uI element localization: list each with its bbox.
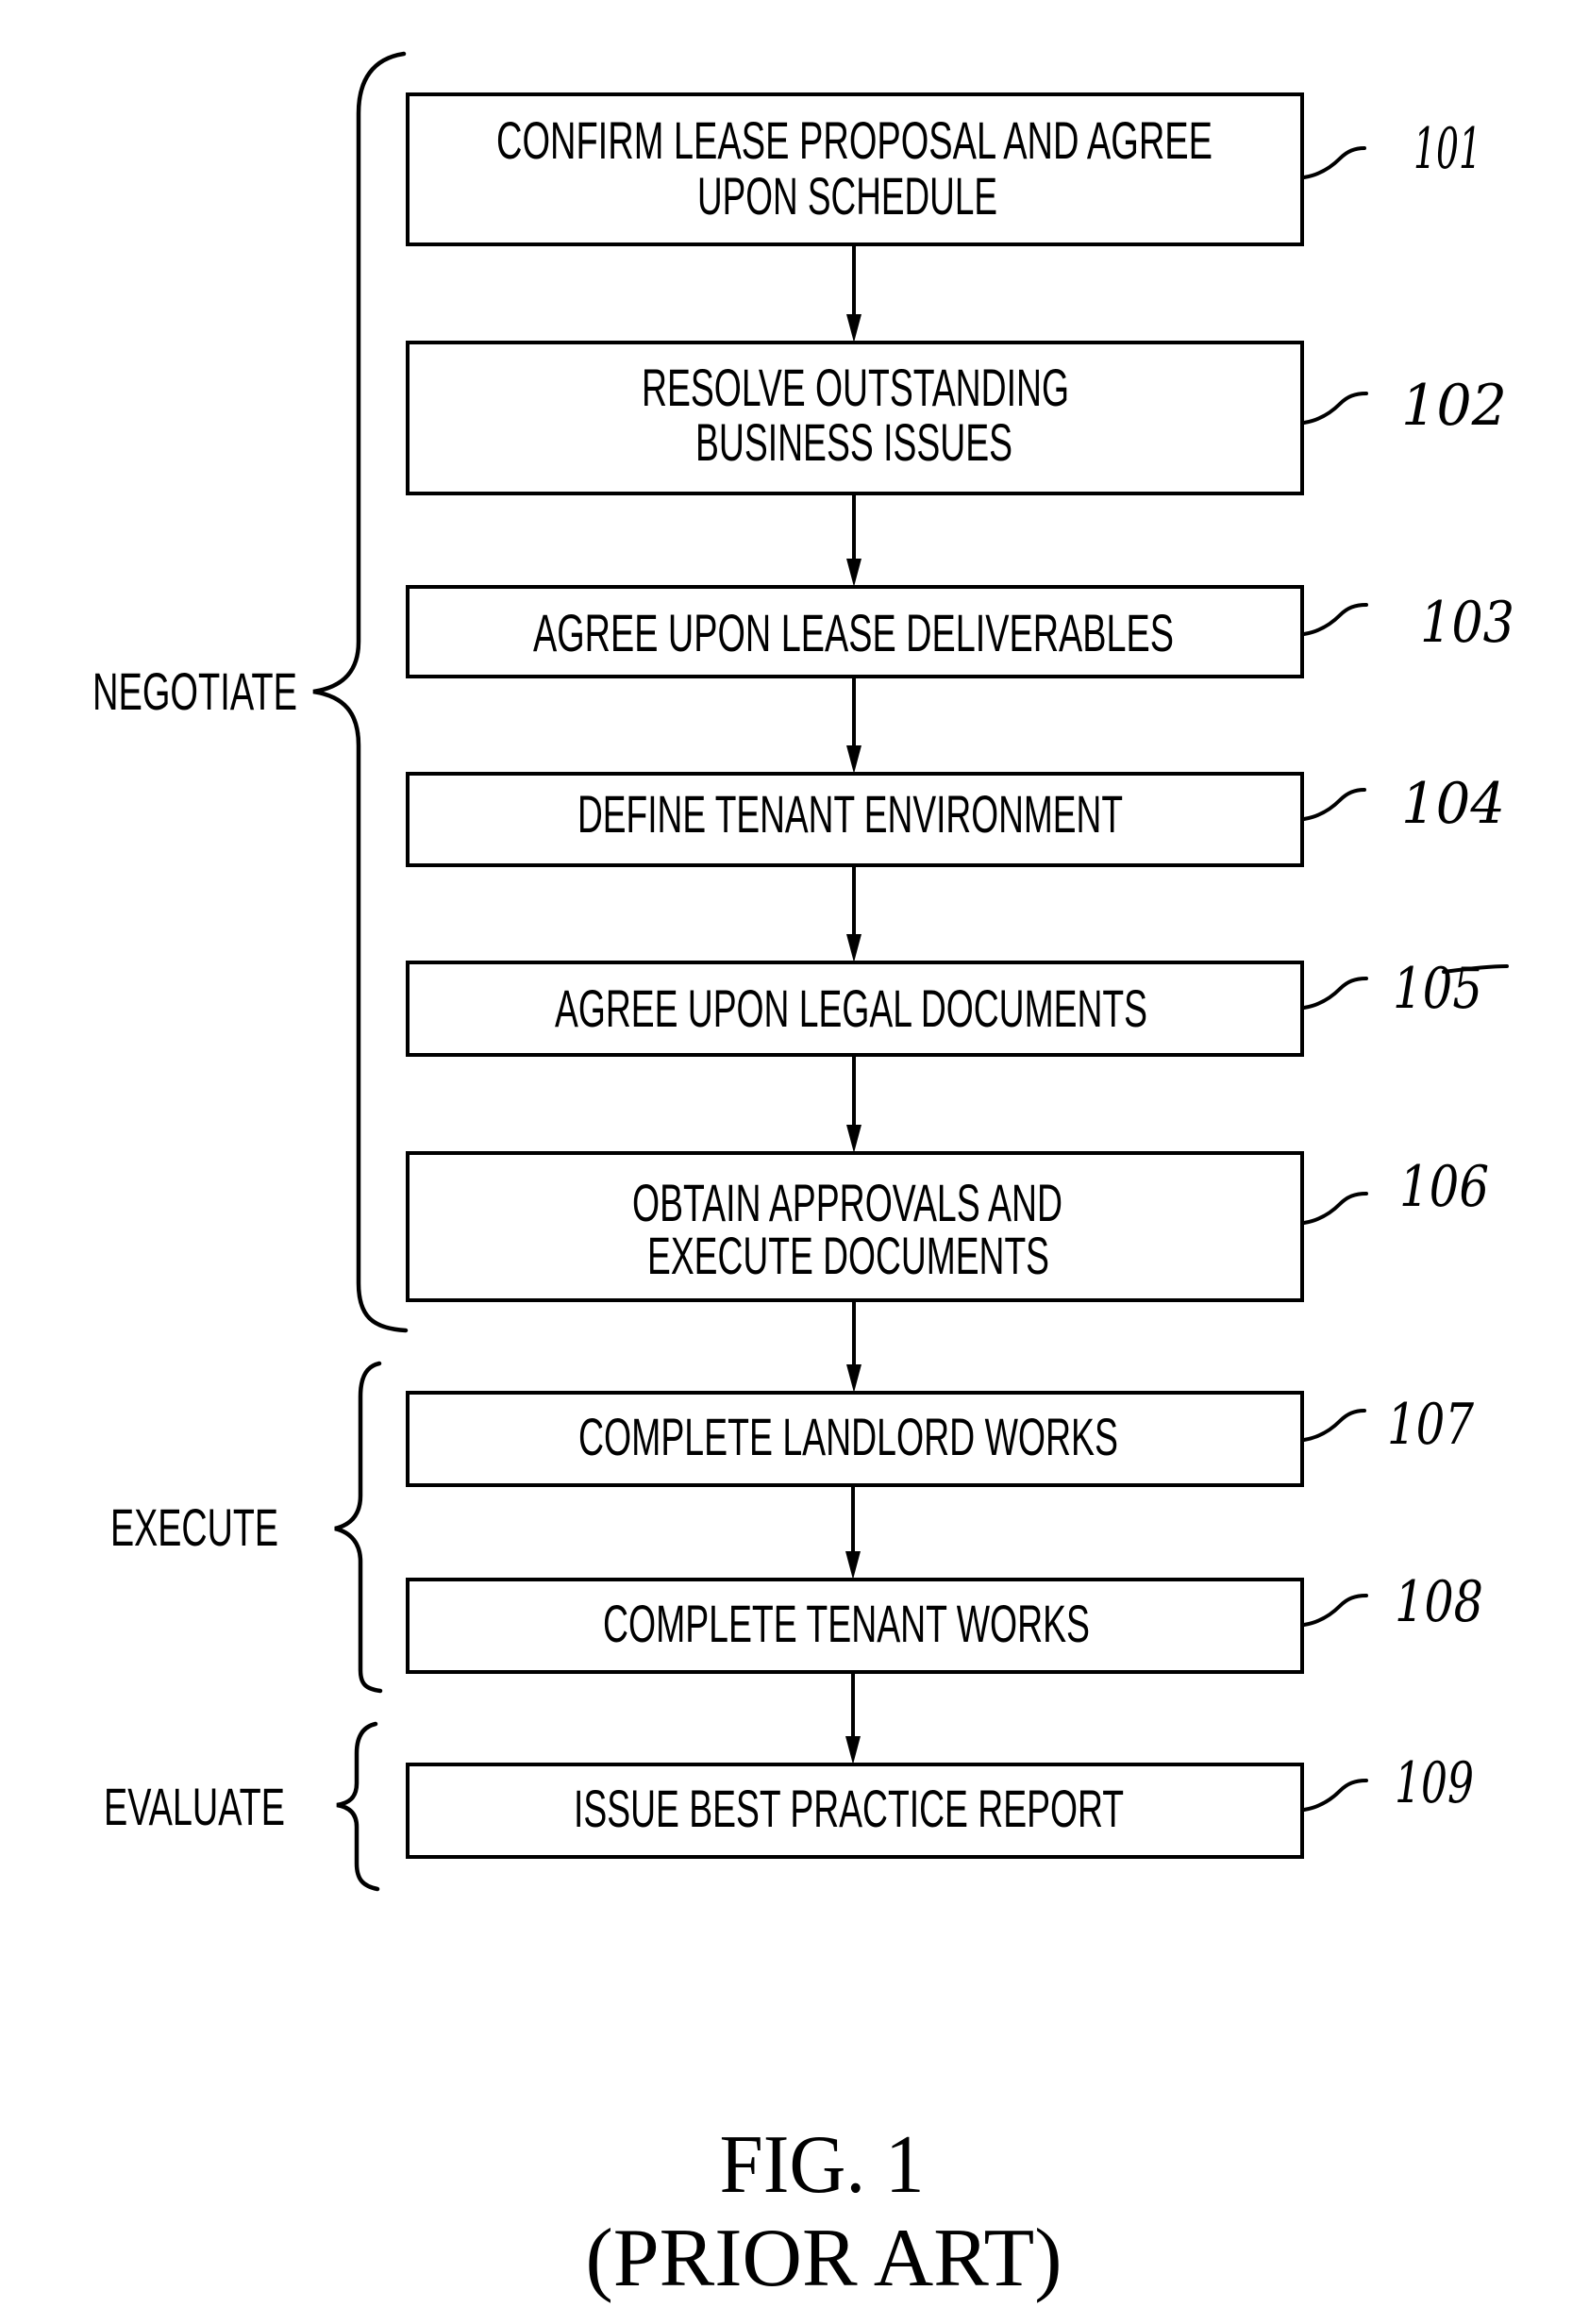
reference-number: 103 xyxy=(1420,590,1514,656)
reference-leader xyxy=(1302,146,1366,179)
phase-label-negotiate: NEGOTIATE xyxy=(92,661,297,721)
step-text-line-1: AGREE UPON LEASE DELIVERABLES xyxy=(533,603,1174,662)
arrowhead-icon xyxy=(846,559,861,587)
step-106: OBTAIN APPROVALS AND EXECUTE DOCUMENTS 1… xyxy=(406,1151,1489,1302)
step-text-line-1: COMPLETE LANDLORD WORKS xyxy=(578,1407,1118,1466)
step-text-line-1: ISSUE BEST PRACTICE REPORT xyxy=(574,1779,1124,1838)
execute-brace xyxy=(334,1361,383,1694)
step-102: RESOLVE OUTSTANDING BUSINESS ISSUES 102 xyxy=(406,341,1507,495)
arrow-101-102 xyxy=(846,244,861,343)
step-text-line-1: DEFINE TENANT ENVIRONMENT xyxy=(577,784,1123,844)
arrowhead-icon xyxy=(846,314,861,343)
reference-leader xyxy=(1302,603,1368,636)
reference-number: 108 xyxy=(1395,1569,1483,1635)
step-text-line-2: BUSINESS ISSUES xyxy=(695,412,1012,472)
reference-number: 109 xyxy=(1395,1750,1474,1816)
step-text-line-2: UPON SCHEDULE xyxy=(697,166,997,226)
flowchart-figure: NEGOTIATE EXECUTE EVALUATE CONFIRM LEASE… xyxy=(92,51,1514,2304)
step-text-line-2: EXECUTE DOCUMENTS xyxy=(647,1226,1049,1285)
reference-leader xyxy=(1302,977,1368,1010)
reference-leader xyxy=(1302,788,1366,821)
reference-number: 104 xyxy=(1401,771,1505,837)
arrowhead-icon xyxy=(846,745,861,774)
reference-number: 101 xyxy=(1413,116,1481,182)
phase-label-evaluate: EVALUATE xyxy=(104,1777,285,1836)
figure-subcaption: (PRIOR ART) xyxy=(586,2213,1062,2304)
arrow-104-105 xyxy=(846,865,861,962)
arrow-102-103 xyxy=(846,493,861,587)
arrowhead-icon xyxy=(845,1736,861,1764)
arrow-103-104 xyxy=(846,677,861,774)
step-108: COMPLETE TENANT WORKS 108 xyxy=(406,1569,1483,1674)
arrow-107-108 xyxy=(845,1485,861,1580)
arrow-108-109 xyxy=(845,1672,861,1764)
reference-leader xyxy=(1302,1594,1368,1627)
figure-caption: FIG. 1 xyxy=(720,2119,925,2211)
reference-leader xyxy=(1302,1409,1366,1442)
step-text-line-1: COMPLETE TENANT WORKS xyxy=(603,1594,1090,1653)
arrowhead-icon xyxy=(845,1551,861,1580)
negotiate-brace xyxy=(312,51,409,1333)
reference-number: 102 xyxy=(1401,373,1507,439)
step-text-line-1: CONFIRM LEASE PROPOSAL AND AGREE xyxy=(496,110,1213,170)
reference-leader xyxy=(1302,392,1368,425)
step-107: COMPLETE LANDLORD WORKS 107 xyxy=(406,1391,1475,1487)
step-104: DEFINE TENANT ENVIRONMENT 104 xyxy=(406,771,1505,867)
reference-leader xyxy=(1302,1779,1368,1812)
evaluate-brace xyxy=(336,1721,380,1892)
reference-number: 106 xyxy=(1399,1154,1489,1220)
step-109: ISSUE BEST PRACTICE REPORT 109 xyxy=(406,1750,1474,1859)
step-101: CONFIRM LEASE PROPOSAL AND AGREE UPON SC… xyxy=(406,92,1481,246)
step-text-line-1: AGREE UPON LEGAL DOCUMENTS xyxy=(555,978,1147,1038)
step-103: AGREE UPON LEASE DELIVERABLES 103 xyxy=(406,585,1514,678)
step-text-line-1: RESOLVE OUTSTANDING xyxy=(642,358,1069,417)
step-105: AGREE UPON LEGAL DOCUMENTS 105 xyxy=(406,956,1509,1057)
arrowhead-icon xyxy=(846,1364,861,1393)
arrowhead-icon xyxy=(846,934,861,962)
phase-label-execute: EXECUTE xyxy=(110,1497,278,1557)
arrow-106-107 xyxy=(846,1300,861,1393)
arrowhead-icon xyxy=(846,1125,861,1153)
reference-leader xyxy=(1302,1192,1368,1225)
reference-number: 107 xyxy=(1387,1392,1475,1458)
arrow-105-106 xyxy=(846,1055,861,1153)
step-text-line-1: OBTAIN APPROVALS AND xyxy=(632,1173,1062,1232)
reference-number: 105 xyxy=(1393,956,1482,1022)
